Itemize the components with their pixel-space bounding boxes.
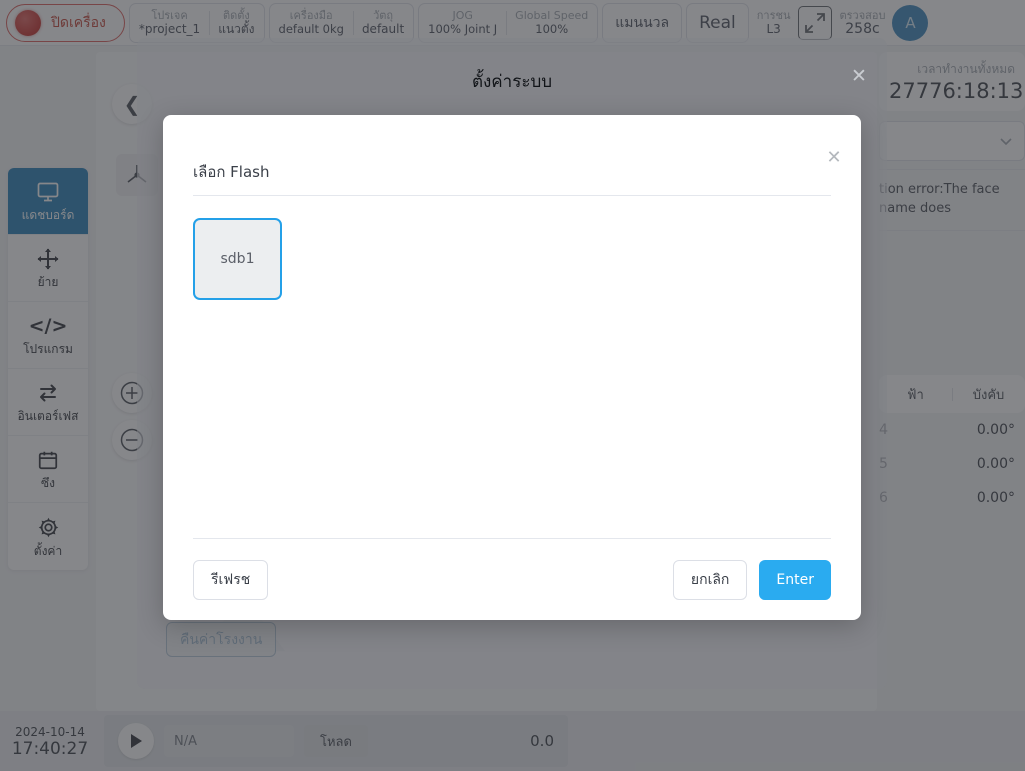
select-flash-body: เลือก Flash sdb1 <box>163 115 861 538</box>
flash-device-item[interactable]: sdb1 <box>193 218 282 300</box>
select-flash-dialog: ✕ เลือก Flash sdb1 รีเฟรช ยกเลิก Enter <box>163 115 861 620</box>
select-flash-heading: เลือก Flash <box>193 160 831 196</box>
select-flash-footer: รีเฟรช ยกเลิก Enter <box>193 538 831 620</box>
flash-device-list: sdb1 <box>193 196 831 300</box>
cancel-button[interactable]: ยกเลิก <box>672 559 748 600</box>
footer-action-group: ยกเลิก Enter <box>672 559 831 600</box>
close-icon: ✕ <box>826 147 842 168</box>
select-flash-close-button[interactable]: ✕ <box>823 147 845 169</box>
enter-button[interactable]: Enter <box>759 559 831 600</box>
system-settings-close-button[interactable]: ✕ <box>847 64 871 88</box>
refresh-button[interactable]: รีเฟรช <box>193 559 269 600</box>
system-settings-title: ตั้งค่าระบบ <box>471 71 553 92</box>
close-icon: ✕ <box>851 64 867 87</box>
app-root: ปิดเครื่อง โปรเจค *project_1 ติดตั้ง แนว… <box>0 0 1025 771</box>
